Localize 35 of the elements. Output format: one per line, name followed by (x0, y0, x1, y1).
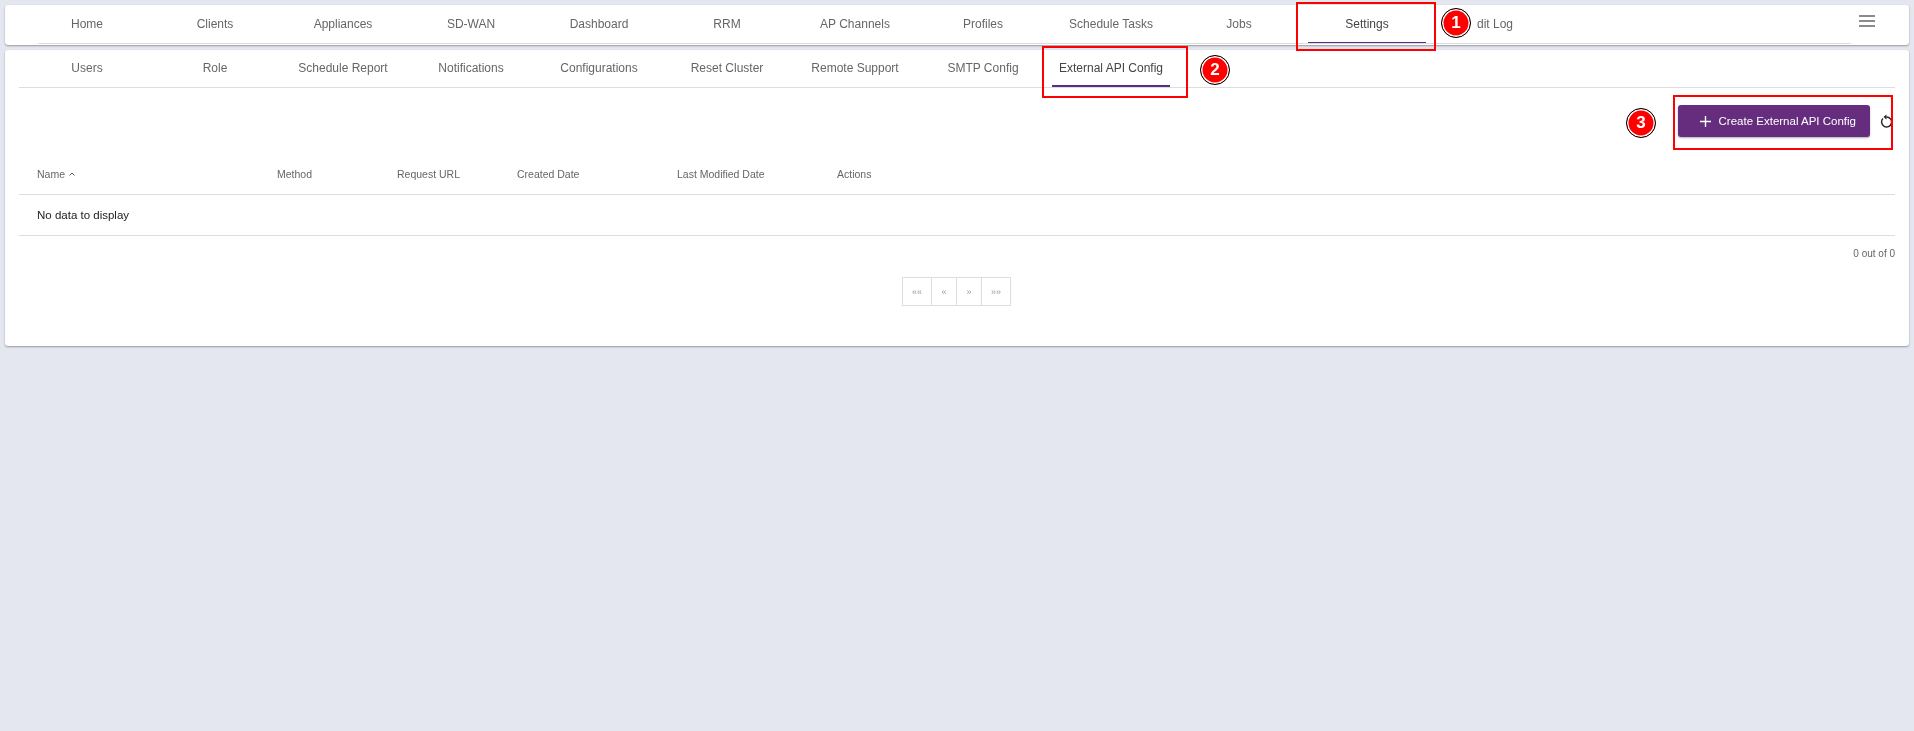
refresh-icon[interactable] (1880, 114, 1893, 128)
create-button[interactable]: Create External API Config (1677, 105, 1870, 137)
nav-tab[interactable]: RRM (707, 5, 747, 44)
nav-tab[interactable]: SD-WAN (440, 5, 502, 44)
pagination-button[interactable]: « (931, 277, 957, 306)
nav-tab[interactable]: Appliances (307, 5, 379, 44)
subsection-tab[interactable]: Users (65, 50, 109, 87)
column-label: Request URL (397, 168, 461, 180)
column-label: Created Date (517, 168, 580, 180)
column-label: Last Modified Date (677, 168, 765, 180)
nav-tab[interactable]: AP Channels (814, 5, 896, 44)
column-label: Actions (837, 168, 872, 180)
menu-icon[interactable] (1859, 15, 1875, 27)
record-count: 0 out of 0 (1853, 248, 1895, 259)
subsection-tab[interactable]: Schedule Report (292, 50, 394, 87)
plus-icon (1699, 115, 1711, 127)
pagination-button[interactable]: »» (981, 277, 1011, 306)
column-label: Method (277, 168, 313, 180)
subsection-tab[interactable]: Notifications (432, 50, 510, 87)
empty-message: No data to display (19, 195, 1895, 236)
nav-tab[interactable]: Schedule Tasks (1063, 5, 1159, 44)
nav-tab[interactable]: dit Log (1471, 5, 1519, 44)
subsection-tab[interactable]: SMTP Config (941, 50, 1025, 87)
column-label: Name (37, 168, 65, 180)
nav-tab[interactable]: Jobs (1220, 5, 1258, 44)
nav-tab[interactable]: Clients (190, 5, 240, 44)
nav-tab[interactable]: Profiles (957, 5, 1009, 44)
nav-tab[interactable]: Home (65, 5, 109, 44)
subsection-tab[interactable]: Remote Support (805, 50, 905, 87)
pagination-button[interactable]: » (956, 277, 982, 306)
subsection-tab[interactable]: Role (196, 50, 234, 87)
subsection-tab[interactable]: External API Config (1052, 50, 1170, 87)
nav-tab[interactable]: Dashboard (563, 5, 635, 44)
subsection-tab[interactable]: Configurations (554, 50, 644, 87)
subsection-tab[interactable]: Reset Cluster (684, 50, 770, 87)
